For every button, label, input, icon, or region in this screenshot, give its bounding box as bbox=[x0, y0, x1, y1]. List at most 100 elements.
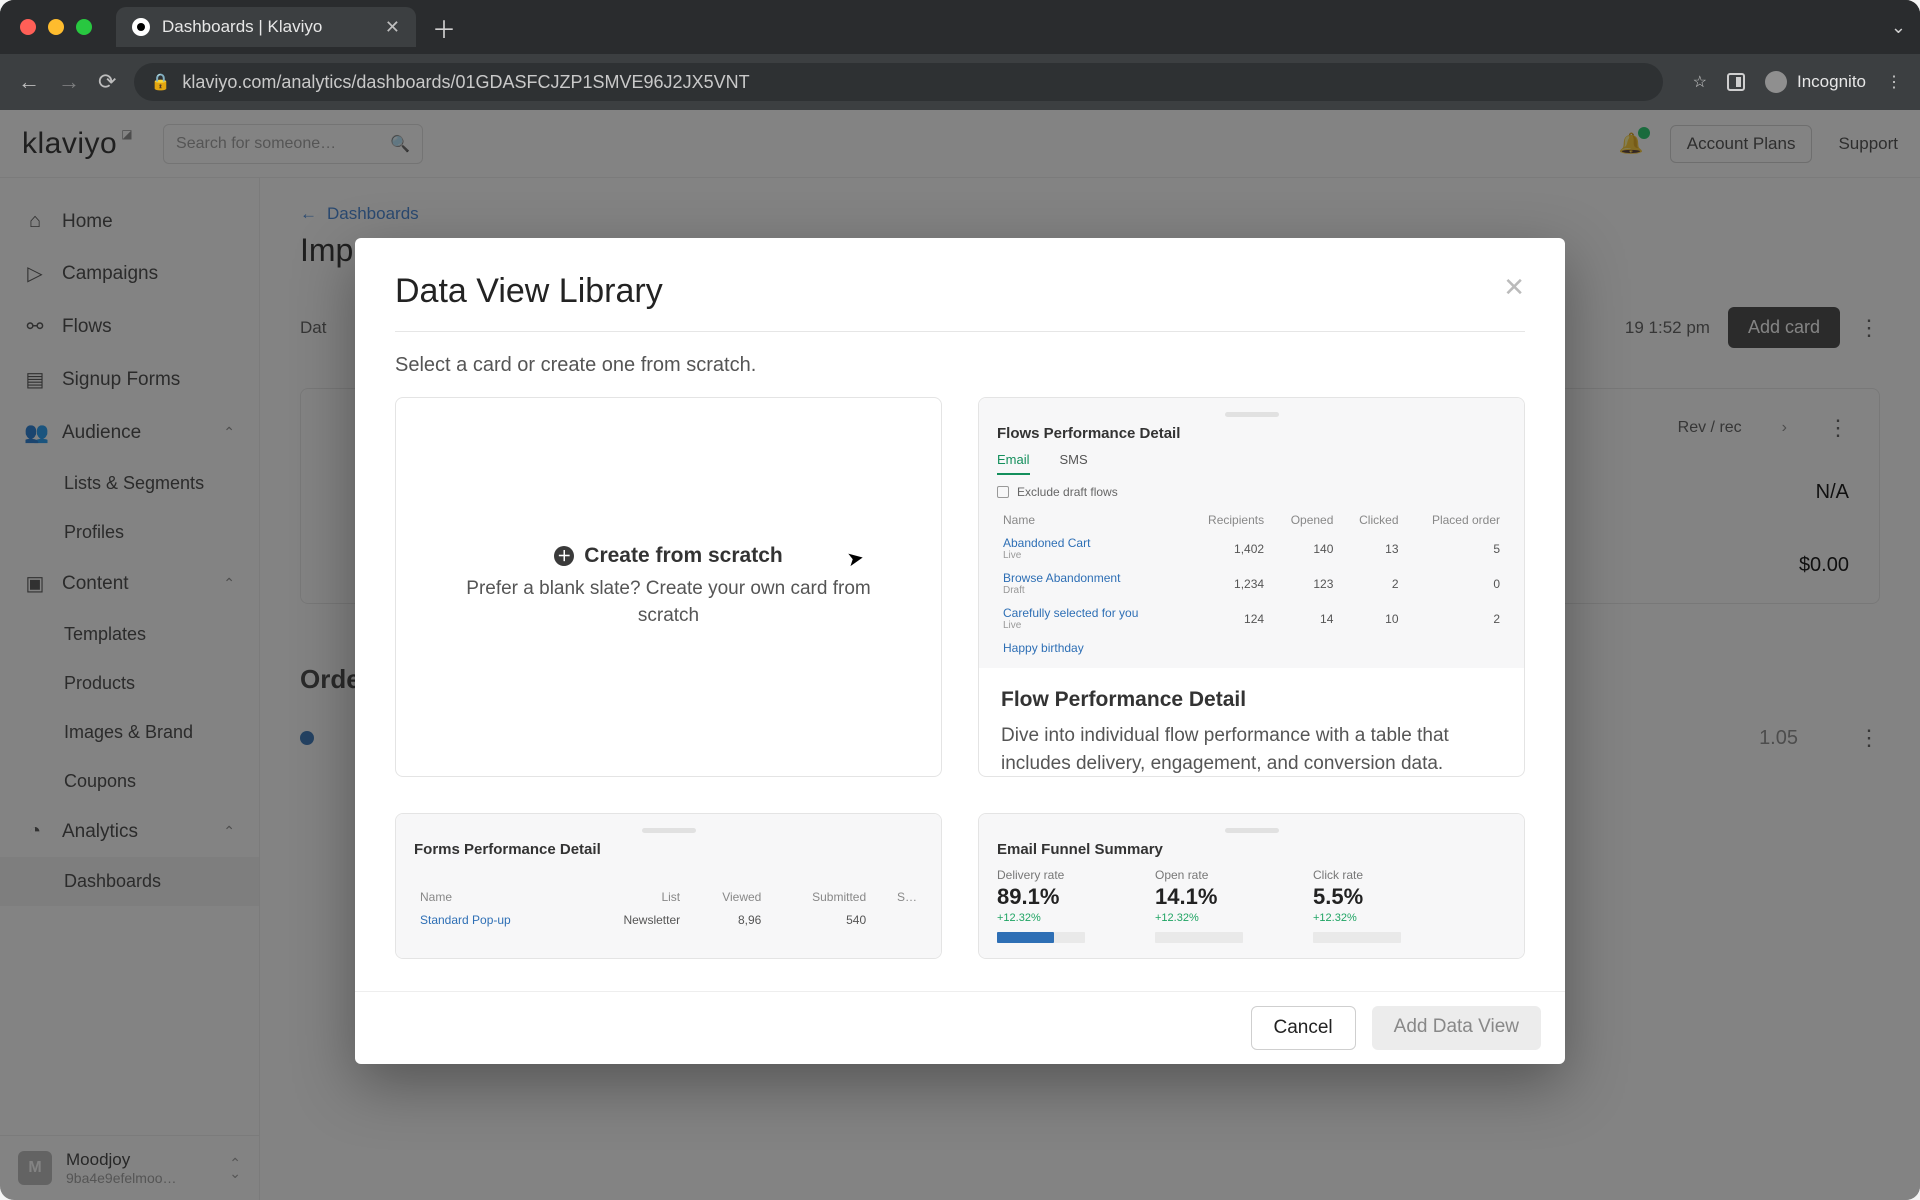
th: Name bbox=[997, 509, 1184, 531]
account-plans-button[interactable]: Account Plans bbox=[1670, 125, 1813, 163]
add-data-view-button[interactable]: Add Data View bbox=[1372, 1006, 1541, 1050]
modal-title: Data View Library bbox=[395, 272, 663, 311]
card-flow-performance-detail[interactable]: Flows Performance Detail Email SMS Exclu… bbox=[978, 397, 1525, 777]
audience-icon: 👥 bbox=[24, 420, 46, 445]
scratch-desc: Prefer a blank slate? Create your own ca… bbox=[456, 576, 881, 629]
table-row: Carefully selected for youLive 12414102 bbox=[997, 601, 1506, 636]
col-caret-icon: › bbox=[1782, 419, 1787, 437]
cancel-button[interactable]: Cancel bbox=[1251, 1006, 1356, 1050]
notification-badge bbox=[1638, 127, 1650, 139]
sidebar-item-products[interactable]: Products bbox=[0, 659, 259, 708]
account-switcher[interactable]: M Moodjoy 9ba4e9efelmoo… ⌃⌄ bbox=[0, 1135, 259, 1200]
browser-menu-icon[interactable]: ⋮ bbox=[1886, 72, 1902, 92]
modal-subtitle: Select a card or create one from scratch… bbox=[355, 332, 1565, 387]
reload-icon[interactable]: ⟳ bbox=[98, 69, 116, 95]
card-forms-performance-detail[interactable]: Forms Performance Detail Name List Viewe… bbox=[395, 813, 942, 959]
sidebar-item-audience[interactable]: 👥 Audience ⌃ bbox=[0, 406, 259, 459]
chevron-up-icon: ⌃ bbox=[223, 424, 235, 441]
url-bar[interactable]: 🔒 klaviyo.com/analytics/dashboards/01GDA… bbox=[134, 63, 1662, 101]
incognito-indicator[interactable]: Incognito bbox=[1765, 71, 1866, 93]
support-link[interactable]: Support bbox=[1838, 134, 1898, 154]
drag-handle-icon bbox=[1225, 412, 1279, 417]
forms-icon: ▤ bbox=[24, 367, 46, 392]
card-create-from-scratch[interactable]: ＋ Create from scratch Prefer a blank sla… bbox=[395, 397, 942, 777]
sidebar-item-dashboards[interactable]: Dashboards bbox=[0, 857, 259, 906]
browser-tab[interactable]: Dashboards | Klaviyo ✕ bbox=[116, 7, 416, 47]
sidebar-item-content[interactable]: ▣Content⌃ bbox=[0, 557, 259, 610]
sidebar-item-campaigns[interactable]: ▷Campaigns bbox=[0, 247, 259, 300]
sidebar-item-profiles[interactable]: Profiles bbox=[0, 508, 259, 557]
preview-title: Email Funnel Summary bbox=[997, 841, 1506, 858]
preview-table: Name List Viewed Submitted S… Standard P… bbox=[414, 886, 923, 932]
ordered-right: 1.05 bbox=[1759, 727, 1798, 750]
bookmark-star-icon[interactable]: ☆ bbox=[1693, 72, 1707, 92]
sidebar-item-label: Home bbox=[62, 211, 113, 233]
sidebar-item-images-brand[interactable]: Images & Brand bbox=[0, 708, 259, 757]
plus-circle-icon: ＋ bbox=[554, 546, 574, 566]
metric-delivery: Delivery rate 89.1% +12.32% bbox=[997, 868, 1085, 943]
ordered-menu-icon[interactable]: ⋮ bbox=[1858, 725, 1880, 751]
tab-title: Dashboards | Klaviyo bbox=[162, 17, 322, 37]
data-view-library-modal: Data View Library ✕ Select a card or cre… bbox=[355, 238, 1565, 1064]
sidebar-item-label: Analytics bbox=[62, 821, 138, 843]
new-tab-button[interactable]: ＋ bbox=[432, 10, 456, 45]
table-row: Happy birthday bbox=[997, 636, 1506, 660]
breadcrumb[interactable]: ← Dashboards bbox=[300, 204, 1880, 224]
th: Placed order bbox=[1405, 509, 1507, 531]
back-icon[interactable]: ← bbox=[18, 69, 40, 95]
tab-close-icon[interactable]: ✕ bbox=[385, 17, 400, 38]
chevron-up-icon: ⌃ bbox=[223, 823, 235, 840]
meta-time: 19 1:52 pm bbox=[1625, 318, 1710, 338]
series-dot-icon bbox=[300, 731, 314, 745]
sidebar-item-signup-forms[interactable]: ▤Signup Forms bbox=[0, 353, 259, 406]
logo-mark-icon: ◪ bbox=[121, 127, 133, 141]
window-minimize-dot[interactable] bbox=[48, 19, 64, 35]
sidebar-item-lists-segments[interactable]: Lists & Segments bbox=[0, 459, 259, 508]
preview-title: Forms Performance Detail bbox=[414, 841, 923, 858]
app-logo[interactable]: klaviyo◪ bbox=[22, 127, 133, 161]
account-id: 9ba4e9efelmoo… bbox=[66, 1170, 177, 1186]
sidebar-item-flows[interactable]: ⚯Flows bbox=[0, 300, 259, 353]
metric-click: Click rate 5.5% +12.32% bbox=[1313, 868, 1401, 943]
sidebar-item-label: Audience bbox=[62, 422, 141, 444]
window-zoom-dot[interactable] bbox=[76, 19, 92, 35]
th: Recipients bbox=[1184, 509, 1270, 531]
preview-title: Flows Performance Detail bbox=[997, 425, 1506, 442]
preview-table: Name Recipients Opened Clicked Placed or… bbox=[997, 509, 1506, 660]
card-menu-icon[interactable]: ⋮ bbox=[1827, 415, 1849, 441]
breadcrumb-label: Dashboards bbox=[327, 204, 419, 224]
incognito-icon bbox=[1765, 71, 1787, 93]
search-placeholder: Search for someone… bbox=[176, 135, 336, 153]
add-card-button[interactable]: Add card bbox=[1728, 307, 1840, 348]
card-email-funnel-summary[interactable]: Email Funnel Summary Delivery rate 89.1%… bbox=[978, 813, 1525, 959]
search-icon: 🔍 bbox=[390, 134, 410, 154]
col-revrec: Rev / rec bbox=[1678, 419, 1742, 437]
favicon-icon bbox=[132, 18, 150, 36]
exclude-label: Exclude draft flows bbox=[1017, 485, 1118, 499]
window-close-dot[interactable] bbox=[20, 19, 36, 35]
sidebar-item-home[interactable]: ⌂Home bbox=[0, 196, 259, 247]
campaigns-icon: ▷ bbox=[24, 261, 46, 286]
panel-icon[interactable] bbox=[1727, 73, 1745, 91]
card-title: Flow Performance Detail bbox=[1001, 688, 1502, 712]
page-menu-icon[interactable]: ⋮ bbox=[1858, 315, 1880, 341]
content-icon: ▣ bbox=[24, 571, 46, 596]
checkbox-icon bbox=[997, 486, 1009, 498]
table-row: Abandoned CartLive 1,402140135 bbox=[997, 531, 1506, 566]
search-input[interactable]: Search for someone… 🔍 bbox=[163, 124, 423, 164]
back-arrow-icon: ← bbox=[300, 204, 317, 224]
tabs-overflow-icon[interactable]: ⌄ bbox=[1891, 17, 1906, 38]
th: Viewed bbox=[686, 886, 767, 908]
sidebar-item-templates[interactable]: Templates bbox=[0, 610, 259, 659]
chevron-up-icon: ⌃ bbox=[223, 575, 235, 592]
lock-icon: 🔒 bbox=[150, 72, 170, 92]
th: List bbox=[577, 886, 686, 908]
sidebar-item-analytics[interactable]: ◔Analytics⌃ bbox=[0, 806, 259, 857]
notifications-button[interactable]: 🔔 bbox=[1619, 131, 1644, 156]
th: S… bbox=[872, 886, 923, 908]
table-row: Browse AbandonmentDraft 1,23412320 bbox=[997, 566, 1506, 601]
meta-range: Dat bbox=[300, 318, 326, 338]
sidebar-item-coupons[interactable]: Coupons bbox=[0, 757, 259, 806]
forward-icon[interactable]: → bbox=[58, 69, 80, 95]
modal-close-button[interactable]: ✕ bbox=[1503, 272, 1525, 303]
